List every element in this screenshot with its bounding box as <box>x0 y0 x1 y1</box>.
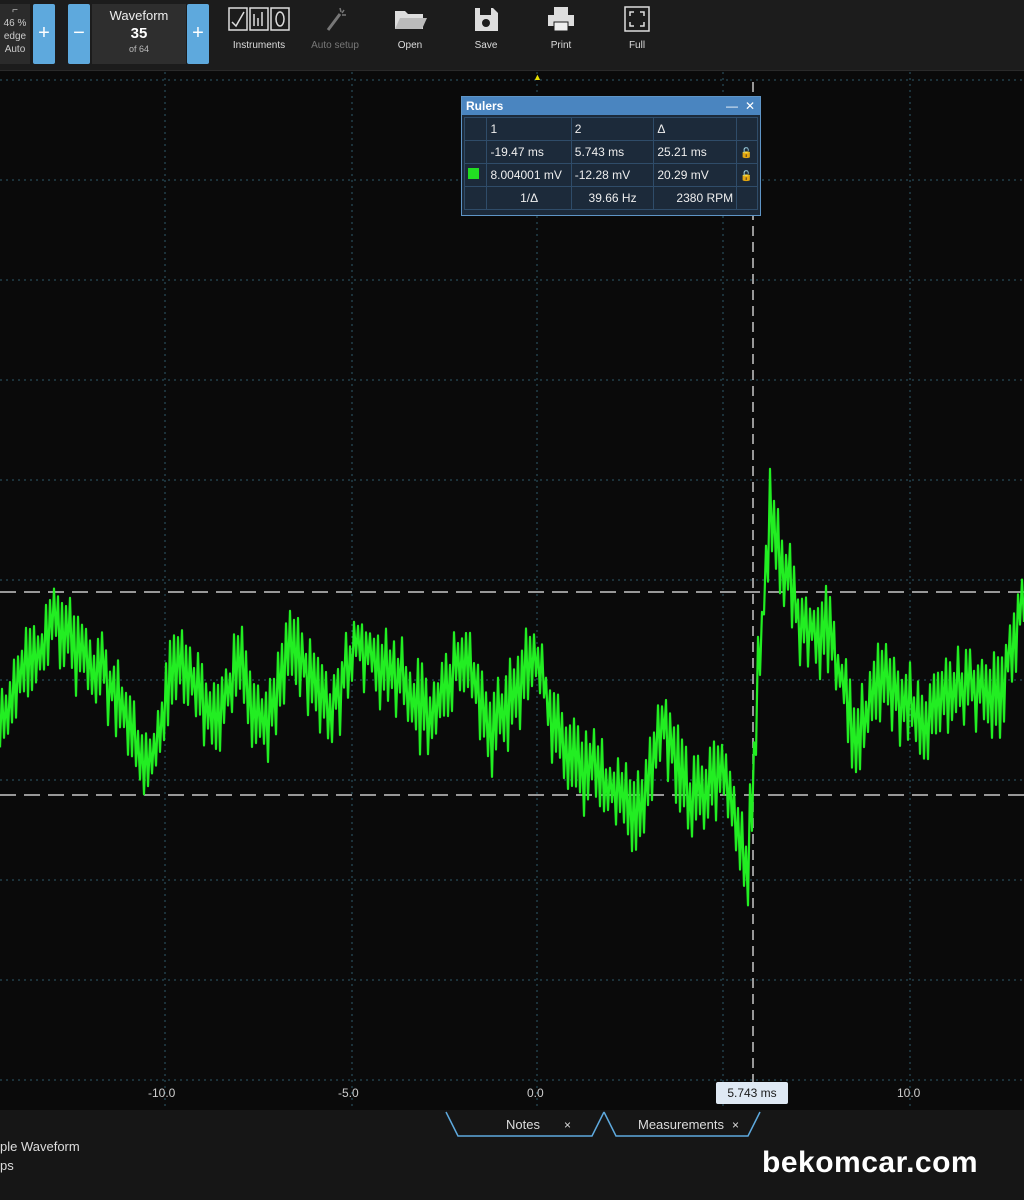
tab-measurements-close[interactable]: × <box>732 1118 739 1132</box>
tab-measurements-label: Measurements <box>638 1117 724 1132</box>
grid <box>0 72 1024 1110</box>
close-button[interactable]: ✕ <box>742 97 758 115</box>
waveform-counter: Waveform 35 of 64 <box>92 4 186 64</box>
waveform-total: of 64 <box>128 44 150 54</box>
table-row: -19.47 ms 5.743 ms 25.21 ms 🔓 <box>463 140 758 164</box>
time-2: 5.743 ms <box>570 140 655 164</box>
wand-icon <box>326 7 346 31</box>
channel-color-swatch <box>468 168 479 179</box>
waveform-prev-button[interactable]: − <box>68 4 90 64</box>
tab-notes[interactable]: Notes × <box>506 1114 571 1136</box>
floppy-icon <box>475 8 498 31</box>
fullscreen-button[interactable]: Full <box>617 4 657 64</box>
waveform-title: Waveform <box>109 8 169 23</box>
waveform-trace <box>0 467 1024 907</box>
open-label: Open <box>397 40 423 51</box>
freq-label: 1/Δ <box>486 186 572 210</box>
instruments-label: Instruments <box>232 40 286 51</box>
scope-graph <box>0 72 1024 1110</box>
folder-icon <box>395 11 427 29</box>
full-label: Full <box>628 40 646 51</box>
time-1: -19.47 ms <box>486 140 572 164</box>
lock-icon[interactable]: 🔓 <box>740 148 752 159</box>
freq-rpm: 2380 RPM <box>653 186 738 210</box>
x-tick-label: 0.0 <box>527 1086 544 1100</box>
autosetup-button[interactable]: Auto setup <box>303 4 367 64</box>
file-info-line: ps <box>0 1158 14 1173</box>
minimize-button[interactable]: — <box>724 97 740 115</box>
freq-hz: 39.66 Hz <box>570 186 655 210</box>
table-row: 1/Δ 39.66 Hz 2380 RPM <box>463 186 758 210</box>
trigger-edge-icon: ⌐ <box>12 5 18 16</box>
volt-delta: 20.29 mV <box>653 163 738 187</box>
tab-measurements[interactable]: Measurements × <box>638 1114 739 1136</box>
print-button[interactable]: Print <box>541 4 581 64</box>
printer-icon <box>548 7 574 32</box>
table-row: 1 2 Δ <box>463 117 758 141</box>
trigger-plus-button[interactable]: + <box>33 4 55 64</box>
instruments-button[interactable]: Instruments <box>226 4 292 64</box>
table-row: 8.004001 mV -12.28 mV 20.29 mV 🔓 <box>463 163 758 187</box>
waveform-next-button[interactable]: + <box>187 4 209 64</box>
open-button[interactable]: Open <box>388 4 432 64</box>
cursor-time-badge[interactable]: 5.743 ms <box>716 1082 788 1104</box>
lock-icon[interactable]: 🔓 <box>740 171 752 182</box>
toolbar: ⌐ 46 % edge Auto + − Waveform 35 of 64 +… <box>0 0 1024 71</box>
save-button[interactable]: Save <box>466 4 506 64</box>
print-label: Print <box>550 40 572 51</box>
header-1: 1 <box>486 117 572 141</box>
scope-plot-area[interactable] <box>0 72 1024 1110</box>
tab-notes-label: Notes <box>506 1117 540 1132</box>
trigger-percent: 46 % <box>3 18 27 29</box>
rulers-title: Rulers <box>466 99 504 113</box>
trigger-mode: edge <box>3 31 27 42</box>
volt-1: 8.004001 mV <box>486 163 572 187</box>
x-tick-label: -10.0 <box>148 1086 176 1100</box>
waveform-number: 35 <box>130 25 148 42</box>
volt-2: -12.28 mV <box>570 163 655 187</box>
trigger-auto: Auto <box>4 44 26 55</box>
header-delta: Δ <box>653 117 738 141</box>
save-label: Save <box>474 40 498 51</box>
time-delta: 25.21 ms <box>653 140 738 164</box>
watermark: bekomcar.com <box>762 1146 979 1179</box>
instruments-icon <box>228 7 290 31</box>
fullscreen-icon <box>624 6 650 32</box>
x-tick-label: -5.0 <box>338 1086 359 1100</box>
rulers-panel[interactable]: Rulers — ✕ 1 2 Δ -19.47 ms 5.743 ms 25.2… <box>461 96 761 216</box>
trigger-marker[interactable]: ▲ <box>533 72 542 82</box>
rulers-table: 1 2 Δ -19.47 ms 5.743 ms 25.21 ms 🔓 8.00… <box>463 117 758 210</box>
autosetup-label: Auto setup <box>311 40 359 51</box>
rulers-header[interactable]: Rulers — ✕ <box>462 97 760 115</box>
tab-notes-close[interactable]: × <box>564 1118 571 1132</box>
file-name-line: ple Waveform <box>0 1139 80 1154</box>
header-2: 2 <box>570 117 655 141</box>
trigger-panel[interactable]: ⌐ 46 % edge Auto <box>0 4 30 64</box>
x-tick-label: 10.0 <box>897 1086 921 1100</box>
